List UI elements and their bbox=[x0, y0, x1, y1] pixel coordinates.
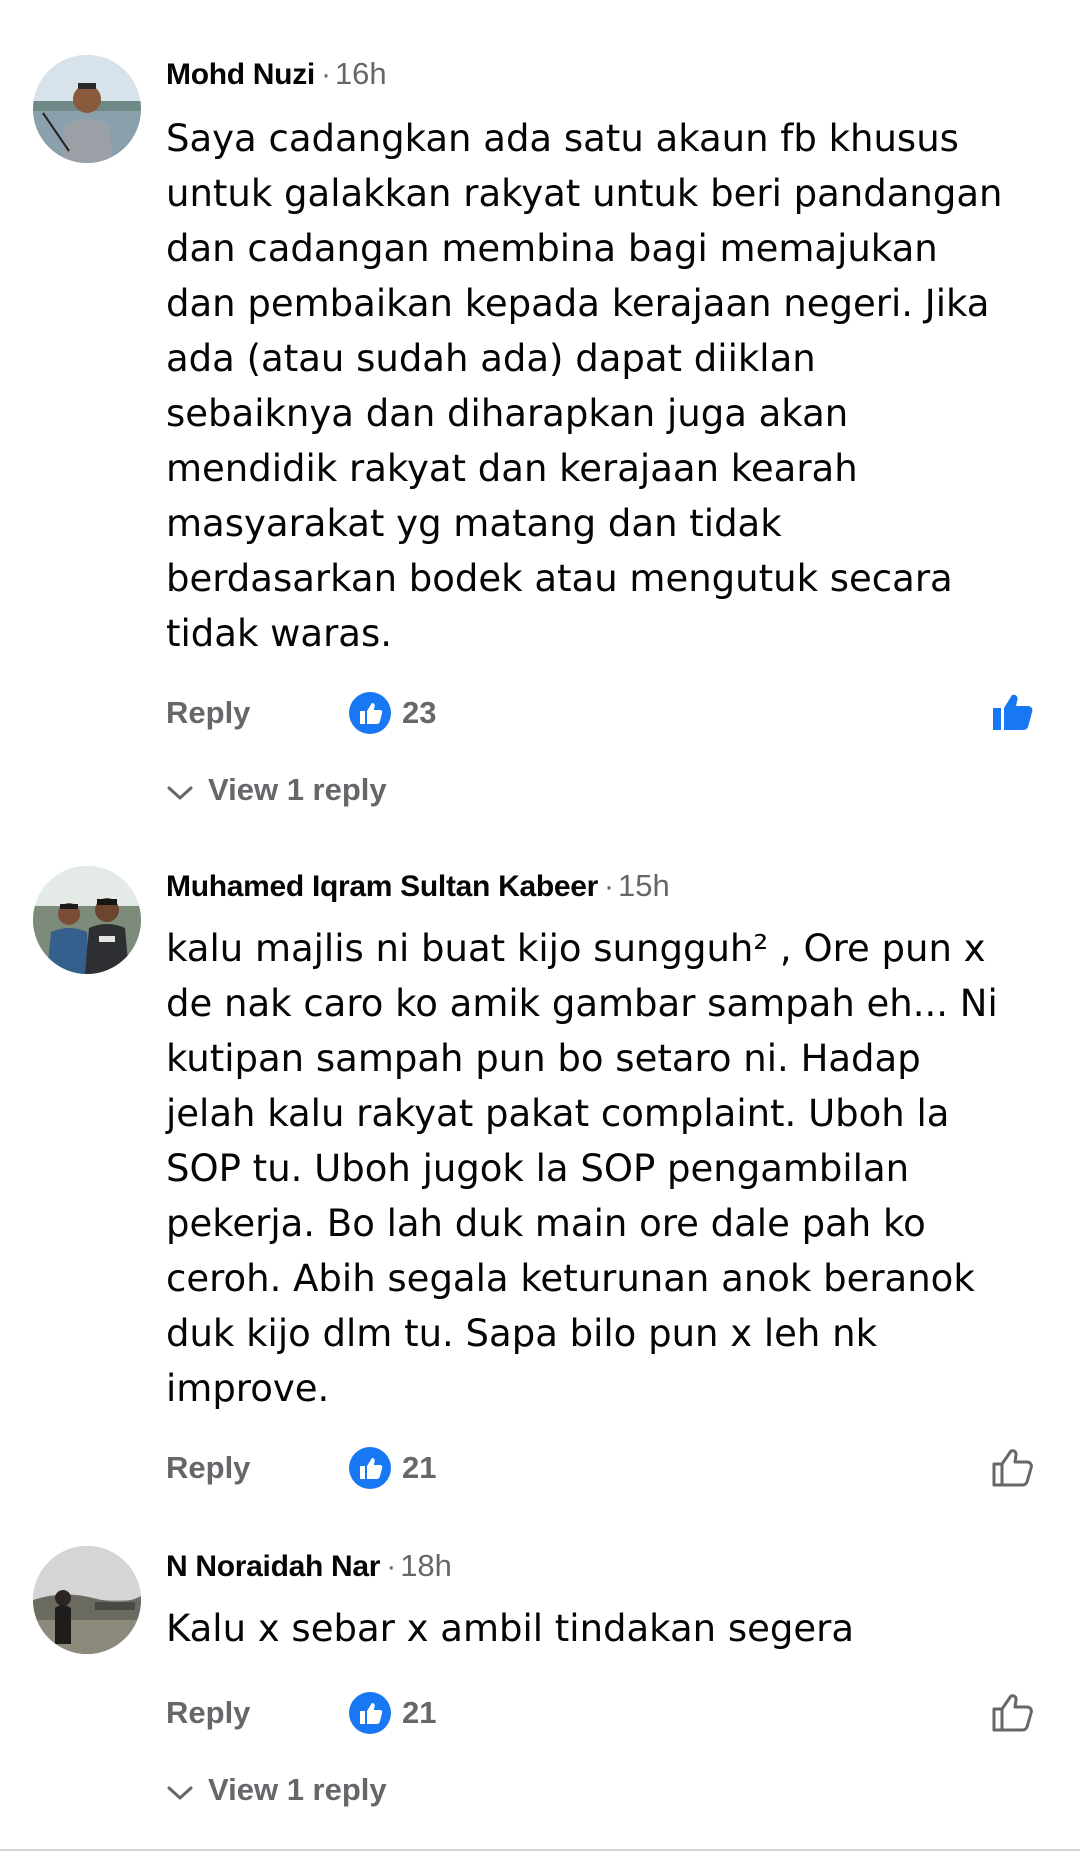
comment-actions: Reply 21 bbox=[0, 1688, 1080, 1738]
reply-button[interactable]: Reply bbox=[166, 692, 250, 734]
chevron-down-icon bbox=[167, 786, 193, 800]
comment-header: Mohd Nuzi · 16h bbox=[166, 54, 387, 94]
thumbs-up-filled-icon[interactable] bbox=[988, 688, 1036, 736]
comment-actions: Reply 21 bbox=[0, 1443, 1080, 1493]
view-replies-label: View 1 reply bbox=[208, 772, 387, 807]
author-name[interactable]: Mohd Nuzi bbox=[166, 58, 315, 91]
author-name[interactable]: Muhamed Iqram Sultan Kabeer bbox=[166, 870, 598, 903]
reaction-summary[interactable]: 21 bbox=[348, 1688, 436, 1738]
thumbs-up-outline-icon[interactable] bbox=[988, 1688, 1036, 1736]
timestamp[interactable]: 15h bbox=[618, 868, 670, 903]
view-replies-link[interactable]: View 1 reply bbox=[166, 1768, 387, 1812]
reaction-count: 21 bbox=[402, 1695, 437, 1730]
avatar[interactable] bbox=[33, 1546, 141, 1654]
timestamp[interactable]: 16h bbox=[335, 56, 387, 91]
view-replies-link[interactable]: View 1 reply bbox=[166, 768, 387, 812]
separator: · bbox=[386, 1550, 397, 1583]
reply-button[interactable]: Reply bbox=[166, 1692, 250, 1734]
reaction-count: 23 bbox=[402, 695, 437, 730]
reaction-summary[interactable]: 21 bbox=[348, 1443, 436, 1493]
timestamp[interactable]: 18h bbox=[400, 1548, 452, 1583]
avatar[interactable] bbox=[33, 866, 141, 974]
separator: · bbox=[320, 58, 331, 91]
comment-text: Kalu x sebar x ambil tindakan segera bbox=[166, 1607, 855, 1650]
comment-text: Saya cadangkan ada satu akaun fb khusus … bbox=[166, 117, 1003, 655]
view-replies-label: View 1 reply bbox=[208, 1772, 387, 1807]
author-name[interactable]: N Noraidah Nar bbox=[166, 1550, 380, 1583]
thumbs-up-outline-icon[interactable] bbox=[988, 1443, 1036, 1491]
divider bbox=[0, 1849, 1080, 1851]
reply-button[interactable]: Reply bbox=[166, 1447, 250, 1489]
comment-header: N Noraidah Nar · 18h bbox=[166, 1546, 452, 1586]
comment-header: Muhamed Iqram Sultan Kabeer · 15h bbox=[166, 866, 670, 906]
separator: · bbox=[604, 870, 614, 903]
chevron-down-icon bbox=[167, 1786, 193, 1800]
like-reaction-icon bbox=[349, 692, 391, 734]
like-reaction-icon bbox=[349, 1692, 391, 1734]
reaction-summary[interactable]: 23 bbox=[348, 688, 436, 738]
like-reaction-icon bbox=[349, 1447, 391, 1489]
comment-actions: Reply 23 bbox=[0, 688, 1080, 738]
avatar[interactable] bbox=[33, 55, 141, 163]
comment-text: kalu majlis ni buat kijo sungguh² , Ore … bbox=[166, 927, 998, 1410]
reaction-count: 21 bbox=[402, 1450, 437, 1485]
